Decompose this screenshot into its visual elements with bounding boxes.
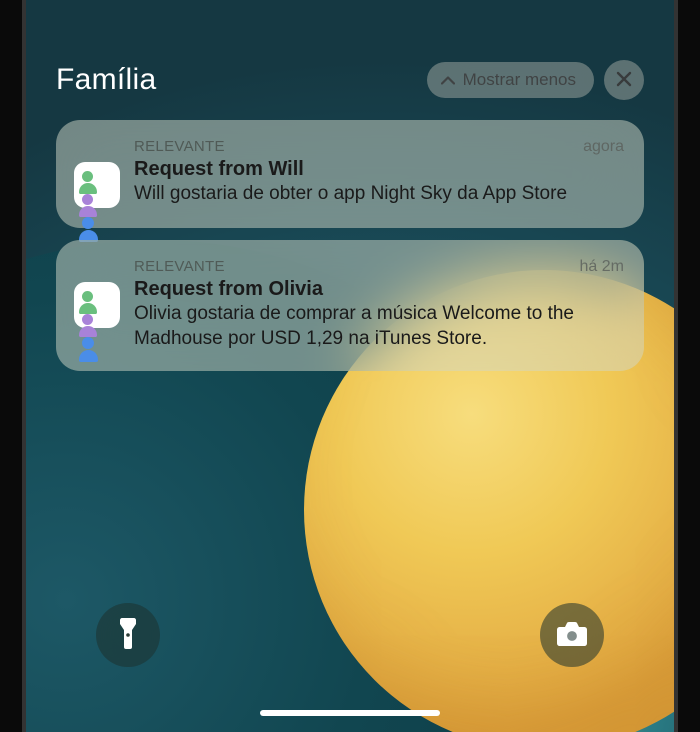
notification-group-header: Família Mostrar menos [56,60,644,100]
close-icon [616,71,632,90]
notification-time: agora [583,138,624,156]
close-button[interactable] [604,60,644,100]
notification-body: Olivia gostaria de comprar a música Welc… [134,302,624,351]
notification-time: há 2m [580,258,624,276]
flashlight-button[interactable] [96,603,160,667]
family-app-icon [74,162,120,208]
camera-icon [556,621,588,650]
flashlight-icon [117,618,139,653]
notification-title: Request from Will [134,158,624,181]
notification-card[interactable]: RELEVANTE há 2m Request from Olivia Oliv… [56,240,644,371]
lock-screen-wallpaper: Família Mostrar menos [26,0,674,732]
chevron-up-icon [441,73,455,88]
family-app-icon [74,282,120,328]
phone-frame: Família Mostrar menos [0,0,700,732]
show-less-label: Mostrar menos [463,70,576,90]
notification-tag: RELEVANTE [134,138,225,155]
notification-title: Request from Olivia [134,278,624,301]
camera-button[interactable] [540,603,604,667]
home-indicator[interactable] [260,710,440,716]
notification-card[interactable]: RELEVANTE agora Request from Will Will g… [56,120,644,228]
notification-content: RELEVANTE agora Request from Will Will g… [134,138,624,208]
notification-content: RELEVANTE há 2m Request from Olivia Oliv… [134,258,624,351]
lock-screen-quick-actions [26,603,674,667]
notification-area: Família Mostrar menos [26,0,674,371]
notification-body: Will gostaria de obter o app Night Sky d… [134,182,624,207]
group-title: Família [56,63,156,97]
header-controls: Mostrar menos [427,60,644,100]
show-less-button[interactable]: Mostrar menos [427,62,594,98]
notification-tag: RELEVANTE [134,258,225,275]
